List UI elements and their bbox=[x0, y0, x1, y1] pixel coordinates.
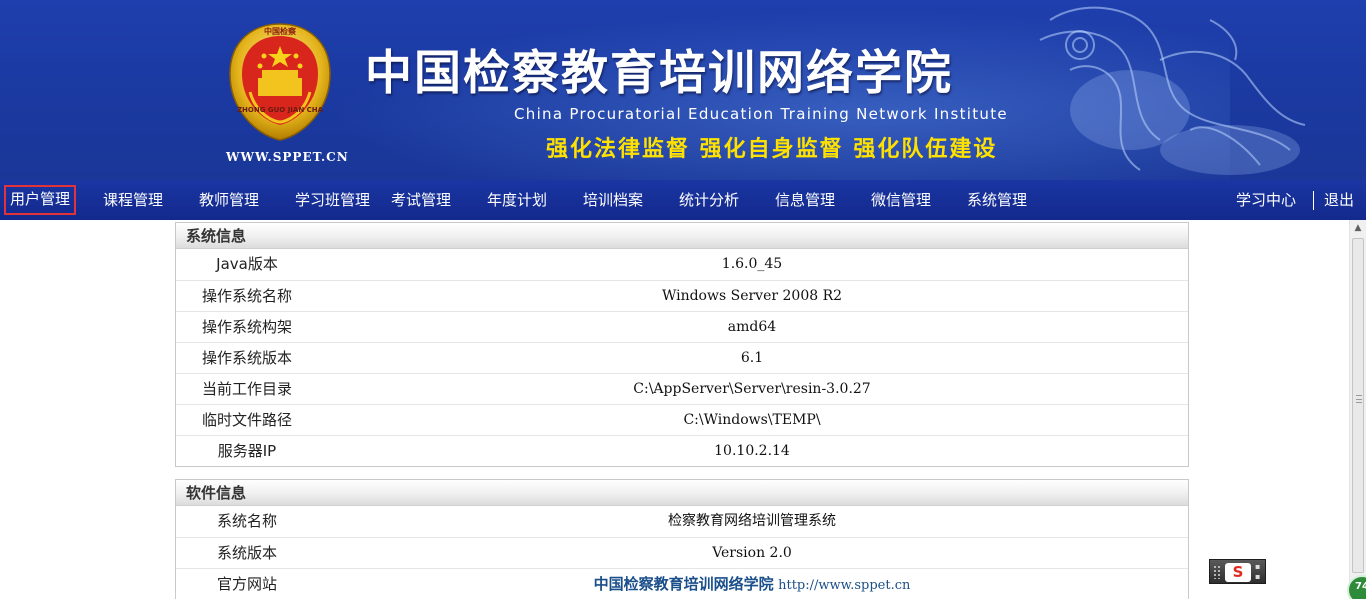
system-info-panel: 系统信息 Java版本 1.6.0_45 操作系统名称 Windows Serv… bbox=[175, 222, 1189, 467]
info-row: Java版本 1.6.0_45 bbox=[176, 249, 1188, 280]
info-row: 操作系统版本 6.1 bbox=[176, 342, 1188, 373]
nav-info-management[interactable]: 信息管理 bbox=[775, 186, 835, 214]
software-info-panel: 软件信息 系统名称 检察教育网络培训管理系统 系统版本 Version 2.0 … bbox=[175, 479, 1189, 599]
info-value: 10.10.2.14 bbox=[714, 443, 790, 459]
info-value: Windows Server 2008 R2 bbox=[661, 288, 843, 304]
emblem-top-text: 中国检察 bbox=[264, 26, 297, 36]
info-row: 系统名称 检察教育网络培训管理系统 bbox=[176, 506, 1188, 537]
procuratorate-emblem-icon: 中国检察 ZHONG GUO JIAN CHA bbox=[229, 23, 331, 141]
ime-toolbar[interactable]: S ▪ ▪ bbox=[1209, 559, 1266, 584]
info-label: Java版本 bbox=[216, 255, 278, 273]
nav-course-management[interactable]: 课程管理 bbox=[103, 186, 163, 214]
qilin-decoration-icon bbox=[1039, 6, 1306, 175]
info-value: 中国检察教育培训网络学院 http://www.sppet.cn bbox=[316, 569, 1188, 599]
info-label: 临时文件路径 bbox=[201, 411, 292, 429]
nav-statistics[interactable]: 统计分析 bbox=[679, 186, 739, 214]
site-slogan: 强化法律监督 强化自身监督 强化队伍建设 bbox=[546, 136, 998, 162]
ime-drag-handle-icon[interactable] bbox=[1213, 565, 1221, 579]
info-value: amd64 bbox=[727, 319, 777, 335]
nav-system-management[interactable]: 系统管理 bbox=[967, 186, 1027, 214]
info-row: 系统版本 Version 2.0 bbox=[176, 537, 1188, 568]
sogou-ime-icon[interactable]: S bbox=[1225, 563, 1251, 582]
info-row: 当前工作目录 C:\AppServer\Server\resin-3.0.27 bbox=[176, 373, 1188, 404]
info-row: 服务器IP 10.10.2.14 bbox=[176, 435, 1188, 466]
study-center-link[interactable]: 学习中心 bbox=[1236, 186, 1296, 214]
nav-wechat-management[interactable]: 微信管理 bbox=[871, 186, 931, 214]
main-nav: 用户管理 课程管理 教师管理 学习班管理 考试管理 年度计划 培训档案 统计分析… bbox=[0, 180, 1366, 220]
site-title: 中国检察教育培训网络学院 bbox=[365, 46, 953, 101]
info-value: Version 2.0 bbox=[712, 545, 792, 561]
nav-user-management[interactable]: 用户管理 bbox=[4, 185, 77, 215]
software-info-heading: 软件信息 bbox=[176, 480, 1188, 506]
info-row: 操作系统名称 Windows Server 2008 R2 bbox=[176, 280, 1188, 311]
ime-menu-icon[interactable]: ▪ ▪ bbox=[1255, 562, 1263, 582]
info-value: 检察教育网络培训管理系统 bbox=[668, 513, 836, 529]
info-row: 操作系统构架 amd64 bbox=[176, 311, 1188, 342]
info-label: 官方网站 bbox=[216, 575, 277, 593]
nav-class-management[interactable]: 学习班管理 bbox=[295, 186, 370, 214]
site-subtitle: China Procuratorial Education Training N… bbox=[514, 105, 1008, 123]
header-banner: 中国检察 ZHONG GUO JIAN CHA WWW.SPPET.CN 中国检… bbox=[0, 0, 1366, 180]
emblem-ring-text: ZHONG GUO JIAN CHA bbox=[237, 106, 324, 114]
official-site-url-link[interactable]: http://www.sppet.cn bbox=[778, 578, 910, 593]
official-site-name-link[interactable]: 中国检察教育培训网络学院 bbox=[594, 575, 774, 593]
page-scrollbar[interactable]: ▲ bbox=[1349, 220, 1366, 599]
nav-exam-management[interactable]: 考试管理 bbox=[391, 186, 451, 214]
info-row: 官方网站 中国检察教育培训网络学院 http://www.sppet.cn bbox=[176, 568, 1188, 599]
info-label: 操作系统构架 bbox=[201, 318, 292, 336]
info-label: 操作系统版本 bbox=[201, 349, 292, 367]
nav-annual-plan[interactable]: 年度计划 bbox=[487, 186, 547, 214]
info-label: 操作系统名称 bbox=[201, 287, 292, 305]
info-value: 1.6.0_45 bbox=[721, 256, 783, 272]
scroll-up-arrow-icon[interactable]: ▲ bbox=[1350, 220, 1366, 237]
info-label: 系统版本 bbox=[216, 544, 277, 562]
site-domain: WWW.SPPET.CN bbox=[226, 150, 349, 164]
info-label: 服务器IP bbox=[217, 442, 277, 460]
info-label: 系统名称 bbox=[216, 512, 277, 530]
scroll-grip-icon bbox=[1356, 395, 1362, 403]
info-row: 临时文件路径 C:\Windows\TEMP\ bbox=[176, 404, 1188, 435]
info-label: 当前工作目录 bbox=[201, 380, 292, 398]
nav-training-records[interactable]: 培训档案 bbox=[583, 186, 643, 214]
scroll-thumb[interactable] bbox=[1352, 238, 1364, 573]
info-value: C:\AppServer\Server\resin-3.0.27 bbox=[633, 381, 871, 397]
info-value: 6.1 bbox=[740, 350, 764, 366]
nav-separator bbox=[1313, 191, 1314, 210]
logout-link[interactable]: 退出 bbox=[1324, 186, 1354, 214]
info-value: C:\Windows\TEMP\ bbox=[683, 412, 821, 428]
system-info-heading: 系统信息 bbox=[176, 223, 1188, 249]
nav-teacher-management[interactable]: 教师管理 bbox=[199, 186, 259, 214]
